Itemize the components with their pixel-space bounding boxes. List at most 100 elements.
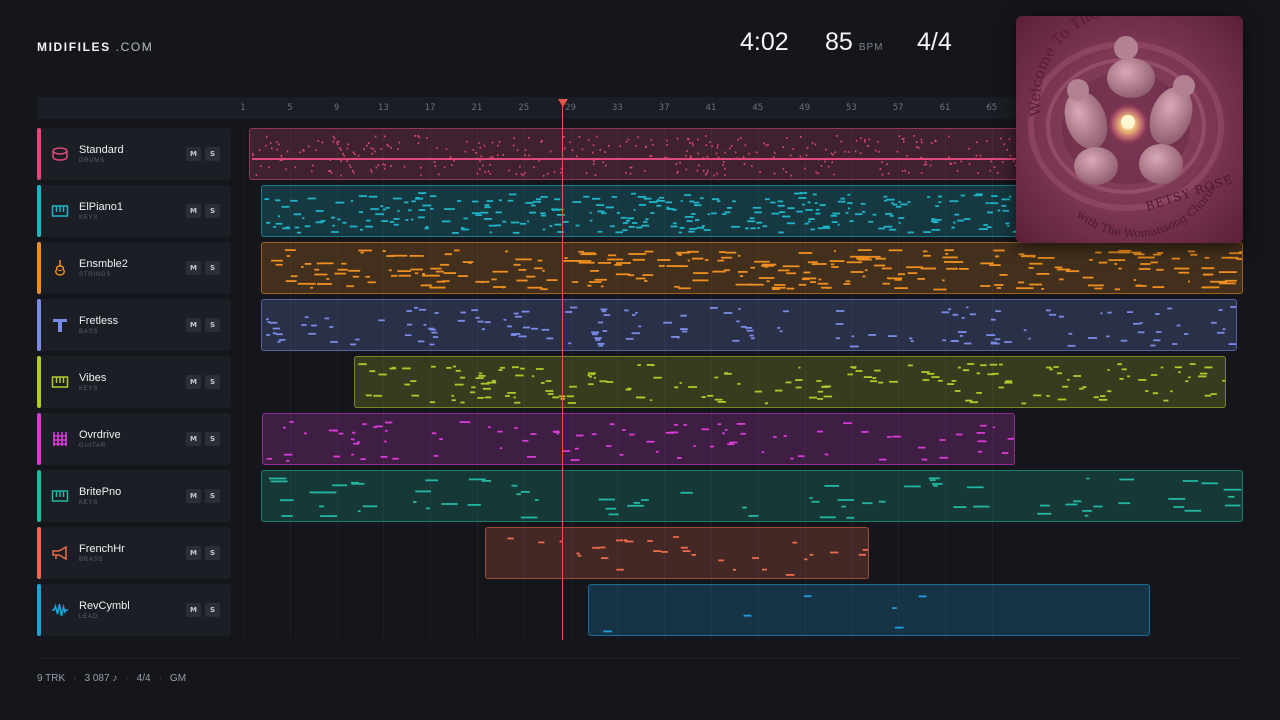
- track-name: Ensmble2: [79, 258, 128, 270]
- mute-button[interactable]: M: [186, 147, 201, 161]
- keyboard-icon: [51, 202, 69, 220]
- track-color-stripe: [37, 356, 41, 408]
- track-header[interactable]: RevCymbl LEAD M S: [37, 584, 231, 636]
- violin-icon: [51, 259, 69, 277]
- playhead-handle[interactable]: [557, 99, 568, 107]
- track-name: Vibes: [79, 372, 107, 384]
- footer-meter: 4/4: [136, 673, 151, 684]
- brand-name: MIDIFILES: [37, 40, 111, 54]
- tempo-value: 85: [825, 28, 853, 56]
- brand-suffix: .COM: [110, 40, 154, 54]
- ruler-tick: 1: [240, 103, 246, 113]
- solo-button[interactable]: S: [205, 375, 220, 389]
- track-name: Fretless: [79, 315, 119, 327]
- solo-button[interactable]: S: [205, 489, 220, 503]
- ruler-tick: 49: [799, 103, 811, 113]
- track-clip[interactable]: [485, 527, 869, 579]
- mute-button[interactable]: M: [186, 204, 201, 218]
- track-category: STRINGS: [79, 272, 112, 278]
- keyboard-icon: [51, 373, 69, 391]
- track-color-stripe: [37, 242, 41, 294]
- footer-status: 9 TRK · 3 087 ♪ · 4/4 · GM: [37, 673, 186, 684]
- album-cover: Welcome To The Circle BETSY ROSE with Th…: [1016, 16, 1243, 243]
- track-clip[interactable]: [260, 299, 1238, 351]
- track-name: FrenchHr: [79, 543, 125, 555]
- solo-button[interactable]: S: [205, 147, 220, 161]
- track-clip[interactable]: [260, 242, 1243, 294]
- ruler-tick: 33: [611, 103, 623, 113]
- time-signature: 4/4: [917, 28, 952, 60]
- ruler-tick: 17: [424, 103, 436, 113]
- mute-button[interactable]: M: [186, 489, 201, 503]
- solo-button[interactable]: S: [205, 318, 220, 332]
- mute-button[interactable]: M: [186, 432, 201, 446]
- ruler-tick: 57: [892, 103, 904, 113]
- track-clip[interactable]: [354, 356, 1226, 408]
- tempo-unit: BPM: [858, 42, 884, 53]
- playhead[interactable]: [562, 106, 564, 640]
- track-name: RevCymbl: [79, 600, 130, 612]
- track-clip[interactable]: [260, 470, 1243, 522]
- ruler-tick: 45: [752, 103, 764, 113]
- track-category: LEAD: [79, 614, 98, 620]
- ruler-tick: 41: [705, 103, 717, 113]
- footer-separator: ·: [125, 673, 129, 684]
- solo-button[interactable]: S: [205, 432, 220, 446]
- footer-separator: ·: [158, 673, 162, 684]
- track-header[interactable]: ElPiano1 KEYS M S: [37, 185, 231, 237]
- meter-value: 4/4: [917, 28, 952, 56]
- solo-button[interactable]: S: [205, 546, 220, 560]
- track-name: ElPiano1: [79, 201, 124, 213]
- track-header[interactable]: Ovrdrive GUITAR M S: [37, 413, 231, 465]
- track-category: KEYS: [79, 500, 99, 506]
- track-header[interactable]: Fretless BASS M S: [37, 299, 231, 351]
- track-header[interactable]: Vibes KEYS M S: [37, 356, 231, 408]
- track-clip[interactable]: [588, 584, 1150, 636]
- mute-button[interactable]: M: [186, 261, 201, 275]
- track-category: KEYS: [79, 215, 99, 221]
- note-texture: [270, 249, 1242, 291]
- tempo-display: 85 BPM: [825, 28, 883, 60]
- guitar-icon: [51, 430, 69, 448]
- track-name: BritePno: [79, 486, 122, 498]
- footer-divider: [37, 658, 1243, 659]
- bass-icon: [51, 316, 69, 334]
- track-header[interactable]: BritePno KEYS M S: [37, 470, 231, 522]
- ruler-tick: 9: [333, 103, 340, 113]
- track-category: GUITAR: [79, 443, 107, 449]
- track-header[interactable]: Ensmble2 STRINGS M S: [37, 242, 231, 294]
- keyboard-icon: [51, 487, 69, 505]
- track-header[interactable]: FrenchHr BRASS M S: [37, 527, 231, 579]
- duration-value: 4:02: [740, 28, 789, 56]
- mute-button[interactable]: M: [186, 603, 201, 617]
- track-category: BRASS: [79, 557, 104, 563]
- track-name: Ovrdrive: [79, 429, 121, 441]
- grid-line: [243, 128, 244, 638]
- ruler-tick: 5: [287, 103, 293, 113]
- solo-button[interactable]: S: [205, 204, 220, 218]
- solo-button[interactable]: S: [205, 261, 220, 275]
- track-clip[interactable]: [261, 413, 1016, 465]
- ruler-tick: 21: [471, 103, 483, 113]
- track-color-stripe: [37, 527, 41, 579]
- note-texture: [265, 306, 1237, 348]
- note-texture: [268, 477, 1241, 519]
- mute-button[interactable]: M: [186, 318, 201, 332]
- track-category: BASS: [79, 329, 99, 335]
- ruler-tick: 65: [986, 103, 998, 113]
- note-texture: [507, 536, 868, 576]
- footer-track-count: 9 TRK: [37, 673, 66, 684]
- track-color-stripe: [37, 470, 41, 522]
- track-header[interactable]: Standard DRUMS M S: [37, 128, 231, 180]
- solo-button[interactable]: S: [205, 603, 220, 617]
- track-category: DRUMS: [79, 158, 105, 164]
- track-color-stripe: [37, 299, 41, 351]
- horn-icon: [51, 544, 69, 562]
- track-name: Standard: [79, 144, 124, 156]
- track-color-stripe: [37, 185, 41, 237]
- ruler-tick: 61: [939, 103, 951, 113]
- footer-note-count: 3 087 ♪: [84, 673, 118, 684]
- note-texture: [603, 595, 927, 633]
- mute-button[interactable]: M: [186, 375, 201, 389]
- mute-button[interactable]: M: [186, 546, 201, 560]
